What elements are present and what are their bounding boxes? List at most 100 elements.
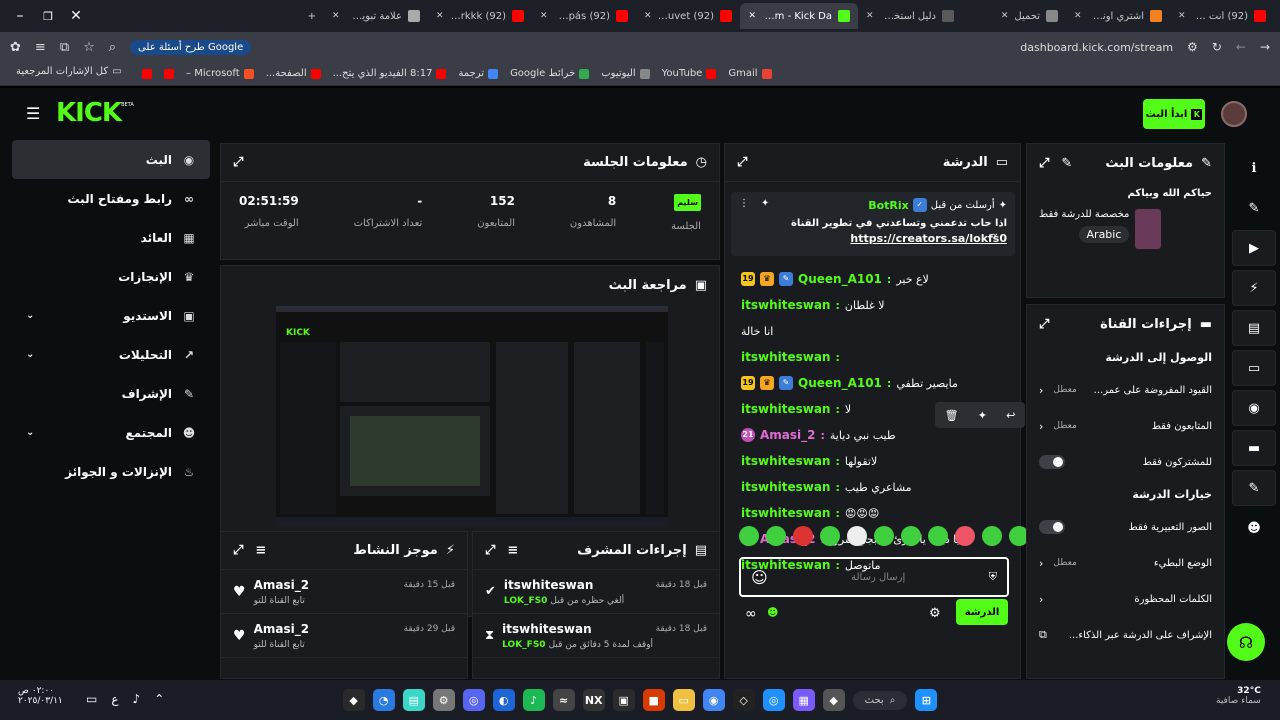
chat-message[interactable]: itswhiteswan: xyxy=(725,344,1022,370)
shield-icon[interactable]: ⛨ xyxy=(989,570,997,584)
mod-action-item[interactable]: ⧗ itswhiteswan LOK_FS0 أوقف لمدة 5 دقائق من… xyxy=(473,614,719,658)
expand-icon[interactable]: ⤢ xyxy=(485,543,495,558)
bookmark-item[interactable]: 8:17 الفيديو الذي يتح... xyxy=(333,68,447,79)
expand-icon[interactable]: ⤢ xyxy=(233,155,243,170)
pinned-message[interactable]: ⋮ ✦ ✦ أرسلت من قبل ✓ BotRix اذا حاب تدعمني و… xyxy=(731,192,1015,256)
tab-close-icon[interactable]: ✕ xyxy=(332,11,340,21)
extensions-icon[interactable]: ✿ xyxy=(10,40,21,55)
lang-indicator[interactable]: ع xyxy=(111,692,118,706)
info-icon[interactable]: ℹ xyxy=(1232,150,1276,186)
lightning-icon[interactable]: ⚡ xyxy=(1232,270,1276,306)
infinity-icon[interactable]: ∞ xyxy=(745,606,757,622)
emote-icon[interactable] xyxy=(820,526,840,546)
channel-option[interactable]: للمشتركون فقط xyxy=(1027,444,1224,480)
tab-close-icon[interactable]: ✕ xyxy=(866,11,874,21)
chat-username[interactable]: itswhiteswan xyxy=(741,506,830,520)
tab-close-icon[interactable]: ✕ xyxy=(1074,11,1082,21)
record-icon[interactable]: ◉ xyxy=(1232,390,1276,426)
emoji-icon[interactable]: ☺ xyxy=(751,568,768,587)
bookmark-item[interactable]: الصفحة... xyxy=(266,68,321,79)
browser-tab[interactable]: (92) Al Compás ✕ xyxy=(532,3,636,29)
channel-icon[interactable]: ▬ xyxy=(1232,430,1276,466)
app-icon[interactable]: NX xyxy=(582,689,605,711)
chat-message[interactable]: itswhiteswan: مشاعري طيب xyxy=(725,474,1022,500)
reload-icon[interactable]: ↻ xyxy=(1212,40,1222,54)
kick-logo[interactable]: KICK BETA xyxy=(56,98,134,128)
chrome-icon[interactable]: ◉ xyxy=(702,689,725,711)
browser-tab[interactable]: (92) Bôa - Duvet ✕ xyxy=(636,3,740,29)
edit-icon[interactable]: ✎ xyxy=(1232,190,1276,226)
chat-username[interactable]: Queen_A101 xyxy=(798,272,882,286)
community-icon[interactable]: ☻ xyxy=(1232,510,1276,546)
star-bookmark-icon[interactable]: ☆ xyxy=(83,40,95,55)
pin-icon[interactable]: ✦ xyxy=(978,409,987,422)
settings-icon[interactable]: ⚙ xyxy=(432,689,455,711)
clock[interactable]: ٠٢:٠٠ ص ٢٠٢٥/٠٣/١١ xyxy=(18,686,63,706)
expand-icon[interactable]: ⤢ xyxy=(1039,317,1049,332)
chat-username[interactable]: itswhiteswan xyxy=(741,480,830,494)
emote-icon[interactable] xyxy=(928,526,948,546)
settings-icon[interactable]: ⚙ xyxy=(929,606,941,621)
channel-option[interactable]: القيود المفروضة على عمر... › معطل xyxy=(1027,372,1224,408)
emote-icon[interactable] xyxy=(982,526,1002,546)
delete-icon[interactable]: 🗑 xyxy=(945,409,959,422)
all-bookmarks-folder[interactable]: كل الإشارات المرجعية ▭ xyxy=(16,66,122,77)
bookmark-item[interactable]: ترجمة xyxy=(458,68,499,79)
wrench-icon[interactable]: ✎ xyxy=(1232,470,1276,506)
support-headset-icon[interactable]: ☊ xyxy=(1227,623,1265,661)
browser-tab[interactable]: دليل استخدام ER ✕ xyxy=(858,3,962,29)
browser-tab[interactable]: اشتري اونلاين بأفضل ✕ xyxy=(1066,3,1170,29)
discord-icon[interactable]: ◎ xyxy=(462,689,485,711)
chat-username[interactable]: itswhiteswan xyxy=(741,350,830,364)
channel-option[interactable]: الوضع البطيء › معطل xyxy=(1027,545,1224,581)
spotify-icon[interactable]: ♪ xyxy=(522,689,545,711)
back-icon[interactable]: → xyxy=(1260,40,1270,54)
expand-icon[interactable]: ⤢ xyxy=(737,155,747,170)
tab-close-icon[interactable]: ✕ xyxy=(436,11,444,21)
new-tab-button[interactable]: + xyxy=(300,3,324,29)
emote-icon[interactable] xyxy=(901,526,921,546)
hamburger-menu-icon[interactable]: ☰ xyxy=(26,104,40,123)
list-icon[interactable]: ▤ xyxy=(1232,310,1276,346)
app-icon[interactable]: ◆ xyxy=(822,689,845,711)
filter-icon[interactable]: ≡ xyxy=(507,543,518,558)
forward-icon[interactable]: ← xyxy=(1236,40,1246,54)
users-icon[interactable]: ☻ xyxy=(767,606,778,619)
channel-option[interactable]: المتابعون فقط › معطل xyxy=(1027,408,1224,444)
chat-input[interactable]: ☺ إرسال رسالة ⛨ xyxy=(739,557,1009,597)
explorer-icon[interactable]: ▭ xyxy=(672,689,695,711)
chat-message[interactable]: 19 ♛ ✎ Queen_A101: مايصير تطفي xyxy=(725,370,1022,396)
reply-icon[interactable]: ↩ xyxy=(1006,409,1015,422)
chat-username[interactable]: itswhiteswan xyxy=(741,454,830,468)
sidebar-item-trophy[interactable]: ♛ الإنجازات xyxy=(12,257,210,296)
chat-username[interactable]: Amasi_2 xyxy=(760,428,816,442)
sidebar-item-link[interactable]: ∞ رابط ومفتاح البث xyxy=(12,179,210,218)
emote-icon[interactable] xyxy=(739,526,759,546)
emote-icon[interactable] xyxy=(847,526,867,546)
browser-tab[interactable]: (92) أنت طيب - ✕ xyxy=(1170,3,1274,29)
activity-item[interactable]: ♥ Amasi_2 تابع القناة للتو قبل 29 دقيقة xyxy=(221,614,467,658)
chat-message[interactable]: 19 ♛ ✎ Queen_A101: لاع خير xyxy=(725,266,1022,292)
chat-username[interactable]: itswhiteswan xyxy=(741,402,830,416)
chevron-down-icon[interactable]: ⌄ xyxy=(991,228,999,239)
mod-action-item[interactable]: ✔ itswhiteswan LOK_FS0 ألغي حظره من قبل قبل … xyxy=(473,570,719,614)
channel-option[interactable]: الصور التعبيرية فقط xyxy=(1027,509,1224,545)
windows-start-icon[interactable]: ⊞ xyxy=(915,689,938,711)
send-chat-button[interactable]: الدرشة xyxy=(956,599,1008,625)
avatar[interactable] xyxy=(1221,101,1247,127)
bookmark-item[interactable]: Microsoft – xyxy=(186,68,254,79)
bookmark-item[interactable]: خرائط Google xyxy=(510,68,590,79)
browser-tab[interactable]: Stream - Kick Da ✕ xyxy=(740,3,858,29)
menu-icon[interactable]: ≡ xyxy=(35,40,46,55)
app-icon[interactable]: ▦ xyxy=(792,689,815,711)
app-icon[interactable]: ▤ xyxy=(402,689,425,711)
chat-message[interactable]: itswhiteswan: لاتقولها xyxy=(725,448,1022,474)
bookmark-item[interactable]: Gmail xyxy=(728,68,772,79)
browser-tab[interactable]: تحميل ✕ xyxy=(962,3,1066,29)
toggle-switch[interactable] xyxy=(1039,455,1065,469)
sidebar-item-wrench[interactable]: ✎ الإشراف xyxy=(12,374,210,413)
emote-icon[interactable] xyxy=(793,526,813,546)
start-stream-button[interactable]: ابدأ البث K xyxy=(1143,99,1205,129)
app-icon[interactable]: ◇ xyxy=(732,689,755,711)
app-icon[interactable]: ≈ xyxy=(552,689,575,711)
